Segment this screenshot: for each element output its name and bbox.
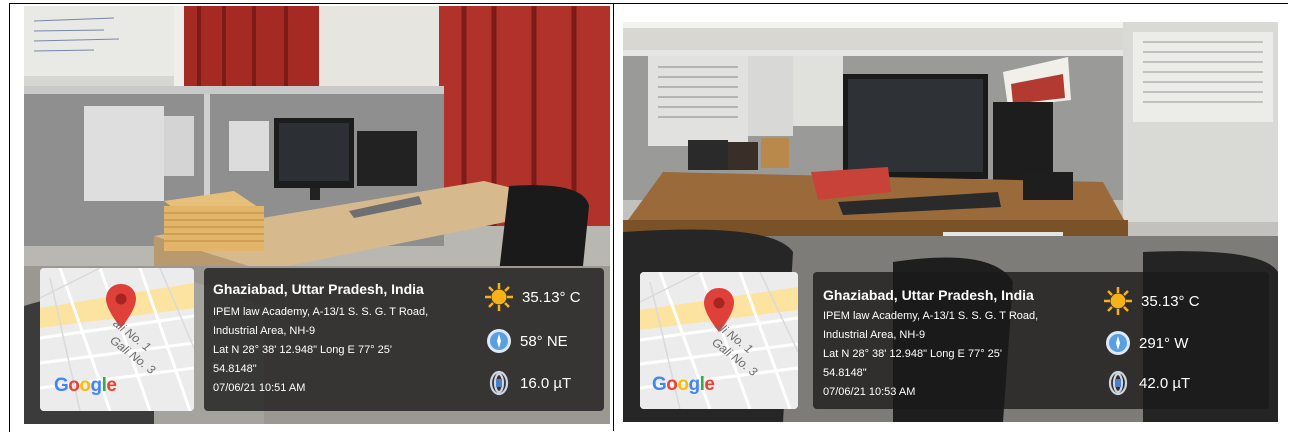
address-block: IPEM law Academy, A-13/1 S. S. G. T Road… xyxy=(213,303,428,398)
magnetic-value: 16.0 µT xyxy=(520,374,572,392)
datetime: 07/06/21 10:51 AM xyxy=(213,382,306,394)
photo-office-desk-2: ali No. 1 Gali No. 3 Google Ghaziabad, U… xyxy=(623,22,1278,422)
google-logo: Google xyxy=(54,375,117,396)
coordinates-line-2: 54.8148" xyxy=(823,367,867,379)
magnetic-value: 42.0 µT xyxy=(1139,374,1191,392)
location-title: Ghaziabad, Uttar Pradesh, India xyxy=(823,287,1034,303)
magnet-field-icon xyxy=(489,370,509,396)
magnetic-metric: 16.0 µT xyxy=(486,370,571,396)
datetime: 07/06/21 10:53 AM xyxy=(823,386,916,398)
temperature-value: 35.13° C xyxy=(1141,292,1200,310)
location-title: Ghaziabad, Uttar Pradesh, India xyxy=(213,281,424,297)
temperature-metric: 35.13° C xyxy=(1103,286,1200,316)
address-block: IPEM law Academy, A-13/1 S. S. G. T Road… xyxy=(823,307,1038,402)
map-thumbnail: ali No. 1 Gali No. 3 Google xyxy=(640,272,798,409)
temperature-value: 35.13° C xyxy=(522,288,581,306)
address-line-1: IPEM law Academy, A-13/1 S. S. G. T Road… xyxy=(823,310,1039,322)
compass-icon xyxy=(487,329,511,353)
geotag-info-panel: Ghaziabad, Uttar Pradesh, India IPEM law… xyxy=(204,268,604,411)
geotag-info-panel: Ghaziabad, Uttar Pradesh, India IPEM law… xyxy=(813,272,1269,409)
compass-icon xyxy=(1106,331,1130,355)
coordinates-line-1: Lat N 28° 38' 12.948" Long E 77° 25' xyxy=(823,348,1002,360)
address-line-2: Industrial Area, NH-9 xyxy=(823,329,926,341)
coordinates-line-1: Lat N 28° 38' 12.948" Long E 77° 25' xyxy=(213,344,392,356)
address-line-2: Industrial Area, NH-9 xyxy=(213,325,316,337)
coordinates-line-2: 54.8148" xyxy=(213,363,257,375)
address-line-1: IPEM law Academy, A-13/1 S. S. G. T Road… xyxy=(213,306,429,318)
photo-office-desk-1: ali No. 1 Gali No. 3 Google Ghaziabad, U… xyxy=(24,6,610,424)
temperature-metric: 35.13° C xyxy=(484,282,581,312)
google-logo: Google xyxy=(652,374,715,395)
map-thumbnail: ali No. 1 Gali No. 3 Google xyxy=(40,268,194,411)
sun-icon xyxy=(1104,287,1132,315)
column-divider xyxy=(613,3,614,431)
direction-metric: 58° NE xyxy=(486,328,568,354)
direction-metric: 291° W xyxy=(1105,330,1188,356)
direction-value: 58° NE xyxy=(520,332,568,350)
direction-value: 291° W xyxy=(1139,334,1189,352)
magnet-field-icon xyxy=(1108,370,1128,396)
magnetic-metric: 42.0 µT xyxy=(1105,370,1190,396)
sun-icon xyxy=(485,283,513,311)
